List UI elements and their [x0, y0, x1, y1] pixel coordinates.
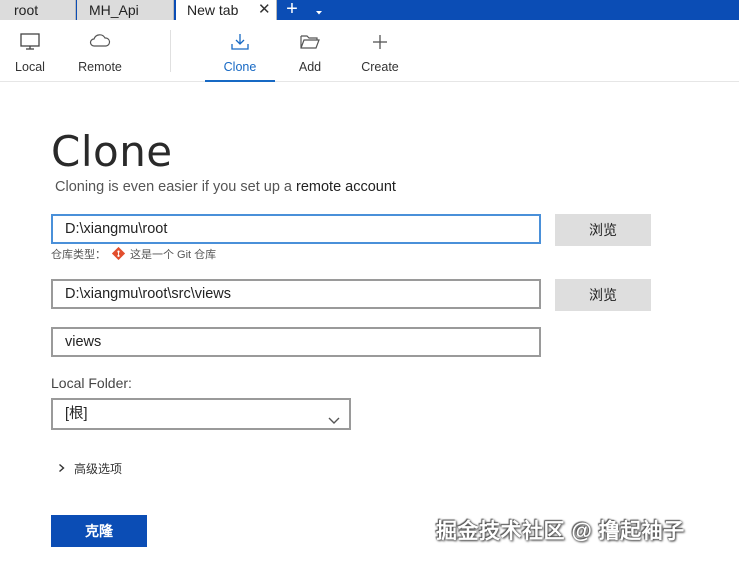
tab-label: MH_Api: [89, 2, 139, 18]
clone-button[interactable]: 克隆: [51, 515, 147, 547]
toolbar-remote-button[interactable]: Remote: [72, 20, 128, 82]
toolbar-divider: [170, 30, 171, 72]
repo-type-value: 这是一个 Git 仓库: [130, 249, 217, 261]
cloud-icon: [89, 34, 111, 47]
watermark: 掘金技术社区 @ 撸起袖子: [436, 520, 685, 543]
subtitle-text: Cloning is even easier if you set up a: [55, 179, 296, 195]
toolbar-create-button[interactable]: Create: [355, 20, 405, 82]
close-icon[interactable]: ✕: [258, 0, 271, 20]
toolbar-clone-button[interactable]: Clone: [205, 20, 275, 82]
repo-type-label: 仓库类型：: [51, 249, 106, 261]
monitor-icon: [20, 33, 40, 50]
local-folder-value: [根]: [65, 406, 88, 422]
local-folder-label: Local Folder:: [51, 375, 132, 391]
repo-type-hint: 仓库类型： 这是一个 Git 仓库: [51, 246, 216, 263]
new-tab-button[interactable]: +: [282, 0, 302, 19]
advanced-options-label: 高级选项: [74, 462, 123, 476]
folder-open-icon: [300, 35, 320, 49]
git-logo-icon: [111, 247, 126, 263]
chevron-right-icon: [58, 462, 65, 476]
page-title: Clone: [51, 127, 173, 176]
toolbar-add-button[interactable]: Add: [290, 20, 330, 82]
plus-icon: [373, 35, 387, 49]
tab-strip: root MH_Api New tab ✕ +: [0, 0, 739, 20]
chevron-down-icon: [327, 408, 341, 436]
name-input[interactable]: views: [51, 327, 541, 357]
tab-root[interactable]: root: [0, 0, 76, 20]
toolbar: Local Remote Clone Add Create: [0, 20, 739, 82]
page-subtitle: Cloning is even easier if you set up a r…: [55, 179, 396, 195]
chevron-down-icon[interactable]: [314, 5, 324, 15]
toolbar-add-label: Add: [298, 60, 322, 74]
local-folder-select[interactable]: [根]: [51, 398, 351, 430]
tab-mh-api[interactable]: MH_Api: [77, 0, 174, 20]
tab-new-tab[interactable]: New tab ✕: [176, 0, 277, 20]
source-path-input[interactable]: D:\xiangmu\root: [51, 214, 541, 244]
toolbar-remote-label: Remote: [78, 60, 122, 74]
browse-destination-button[interactable]: 浏览: [555, 279, 651, 311]
toolbar-create-label: Create: [361, 60, 399, 74]
browse-source-button[interactable]: 浏览: [555, 214, 651, 246]
tab-label: New tab: [187, 2, 239, 18]
toolbar-local-button[interactable]: Local: [8, 20, 52, 82]
toolbar-clone-label: Clone: [223, 60, 257, 74]
advanced-options-toggle[interactable]: 高级选项: [58, 460, 122, 477]
toolbar-local-label: Local: [15, 60, 45, 74]
remote-account-link[interactable]: remote account: [296, 179, 396, 195]
tab-label: root: [14, 2, 39, 18]
destination-path-input[interactable]: D:\xiangmu\root\src\views: [51, 279, 541, 309]
download-icon: [231, 34, 249, 50]
